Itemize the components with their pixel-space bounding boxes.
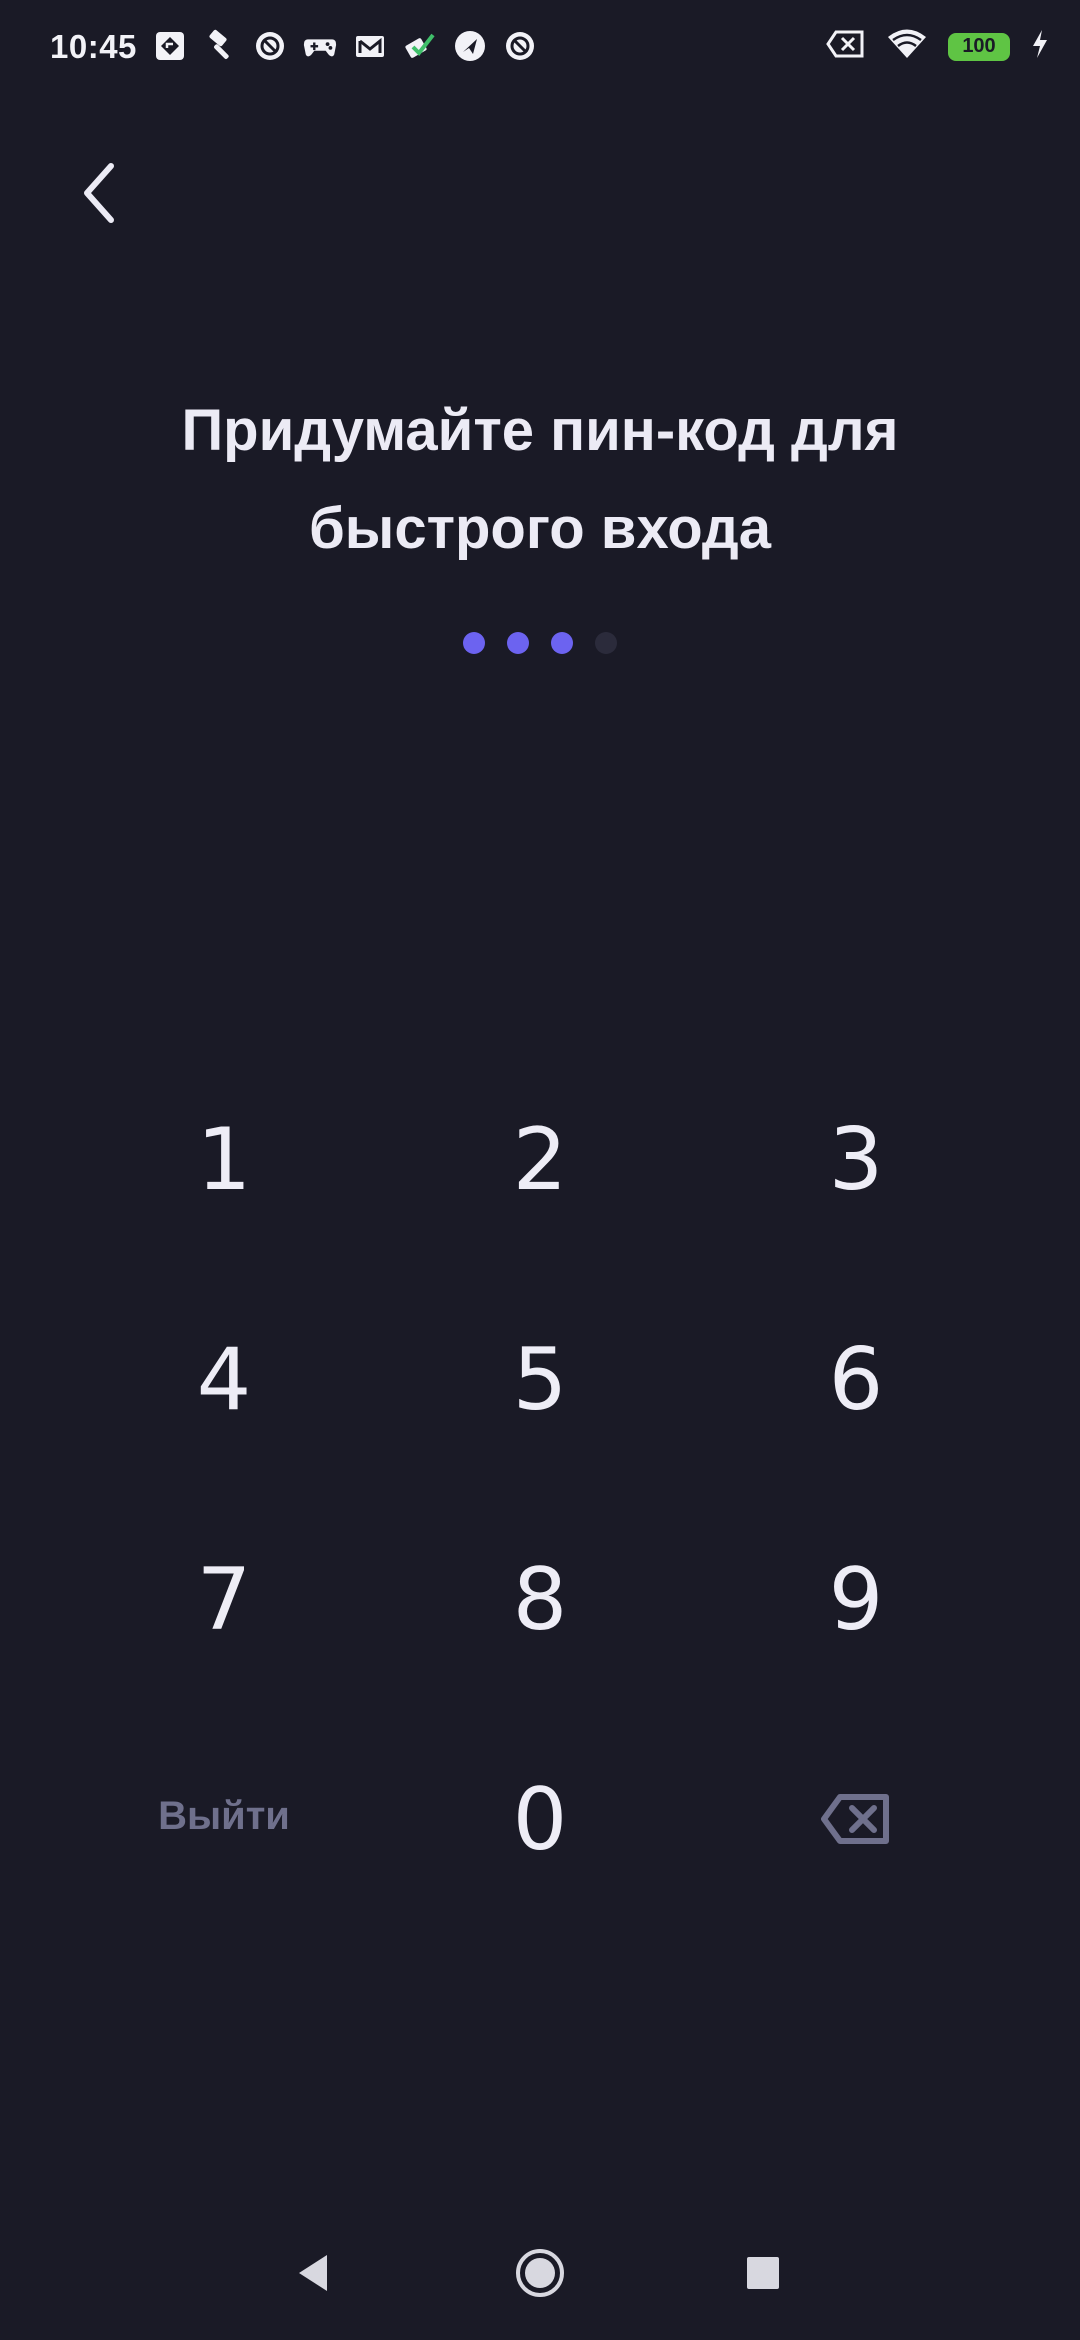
back-button[interactable] bbox=[60, 150, 140, 240]
key-7[interactable]: 7 bbox=[74, 1500, 374, 1700]
status-time: 10:45 bbox=[50, 28, 137, 65]
status-bar: 10:45 100 bbox=[0, 0, 1080, 96]
maps-icon bbox=[152, 28, 188, 64]
wifi-icon bbox=[886, 28, 928, 65]
key-1[interactable]: 1 bbox=[74, 1060, 374, 1260]
key-4[interactable]: 4 bbox=[74, 1280, 374, 1480]
notification-icons bbox=[152, 28, 538, 64]
backspace-icon bbox=[820, 1766, 892, 1866]
key-0[interactable]: 0 bbox=[390, 1720, 690, 1920]
system-icons: 100 bbox=[826, 28, 1050, 65]
app-icon bbox=[502, 28, 538, 64]
navigation-bar bbox=[0, 2220, 1080, 2330]
charging-icon bbox=[1030, 28, 1050, 65]
title-line-1: Придумайте пин-код для bbox=[181, 398, 899, 463]
pin-dot-filled bbox=[551, 632, 573, 654]
key-2[interactable]: 2 bbox=[390, 1060, 690, 1260]
key-6[interactable]: 6 bbox=[706, 1280, 1006, 1480]
recents-square-icon bbox=[745, 2255, 781, 2296]
nav-home-button[interactable] bbox=[490, 2220, 590, 2330]
home-circle-icon bbox=[514, 2247, 566, 2304]
page-title: Придумайте пин-код для быстрого входа bbox=[90, 382, 990, 578]
back-triangle-icon bbox=[293, 2251, 333, 2300]
key-3[interactable]: 3 bbox=[706, 1060, 1006, 1260]
chevron-left-icon bbox=[75, 158, 125, 233]
key-9[interactable]: 9 bbox=[706, 1500, 1006, 1700]
pin-dot-filled bbox=[463, 632, 485, 654]
pin-dot-filled bbox=[507, 632, 529, 654]
battery-icon: 100 bbox=[948, 32, 1010, 61]
backspace-button[interactable] bbox=[706, 1716, 1006, 1916]
nav-back-button[interactable] bbox=[263, 2220, 363, 2330]
hammer-icon bbox=[202, 28, 238, 64]
gamepad-icon bbox=[302, 28, 338, 64]
pin-dot-empty bbox=[595, 632, 617, 654]
key-8[interactable]: 8 bbox=[390, 1500, 690, 1700]
nav-icon bbox=[452, 28, 488, 64]
pin-indicator bbox=[0, 632, 1080, 654]
exit-button[interactable]: Выйти bbox=[74, 1716, 374, 1916]
title-line-2: быстрого входа bbox=[308, 496, 772, 561]
nav-recents-button[interactable] bbox=[713, 2220, 813, 2330]
app-icon bbox=[252, 28, 288, 64]
key-5[interactable]: 5 bbox=[390, 1280, 690, 1480]
mail-icon bbox=[352, 28, 388, 64]
check-icon bbox=[402, 28, 438, 64]
battery-level: 100 bbox=[962, 35, 996, 57]
sim-x-icon bbox=[826, 29, 866, 64]
